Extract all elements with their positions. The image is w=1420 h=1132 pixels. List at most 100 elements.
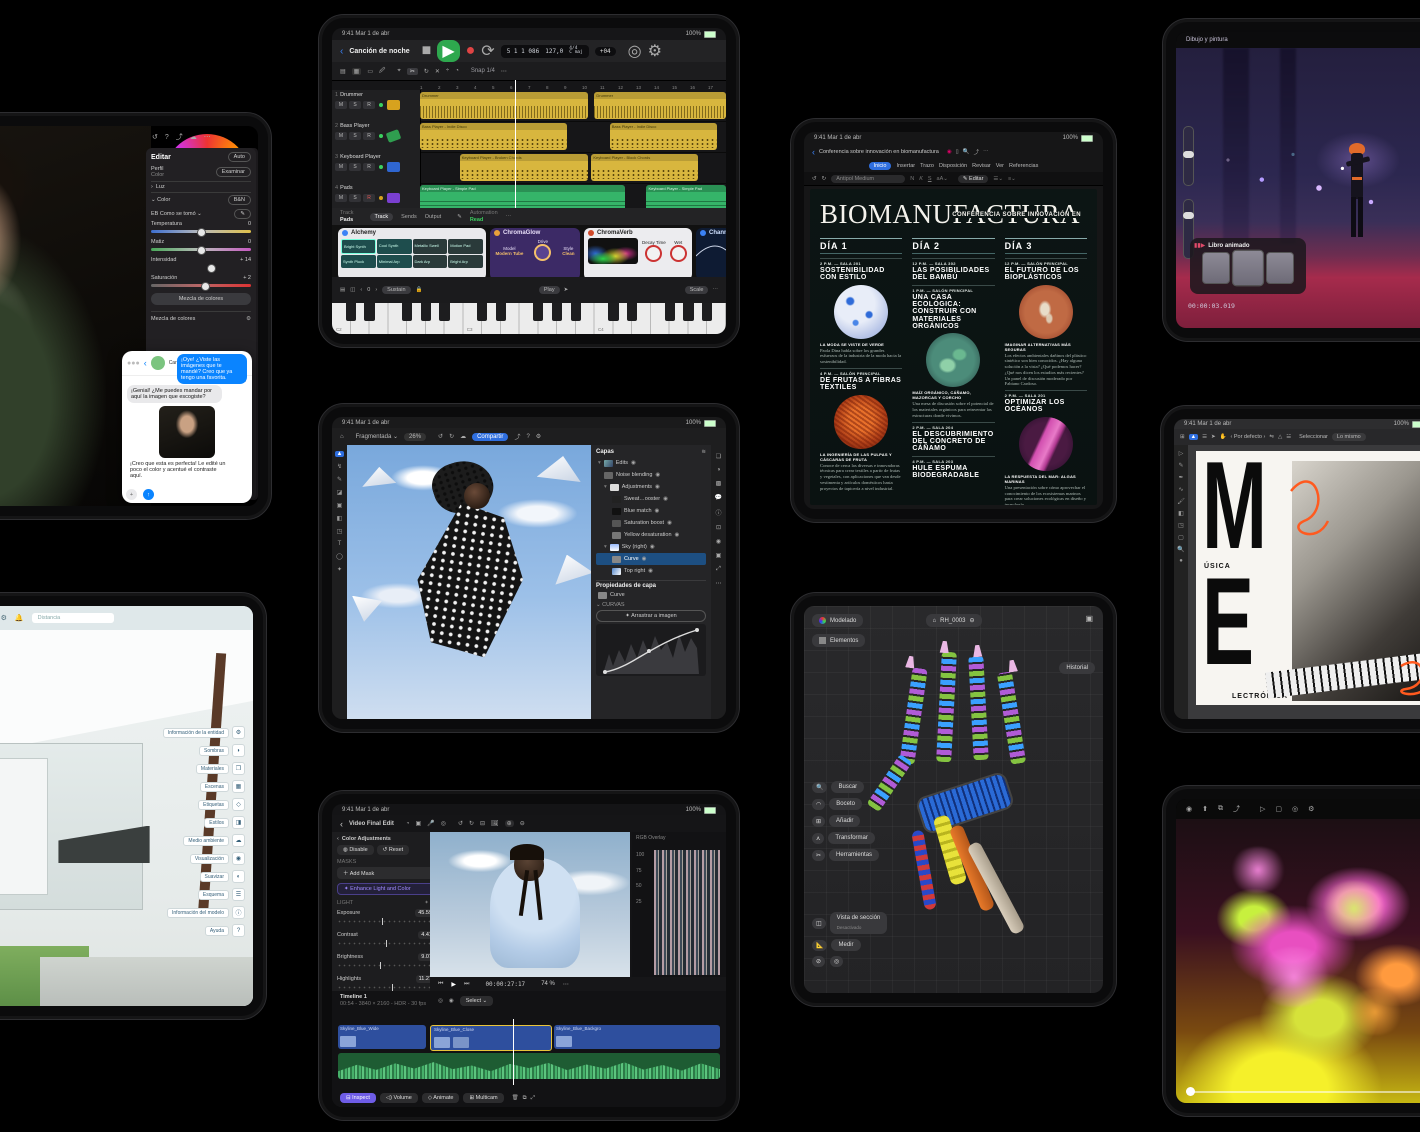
- add-mask-button[interactable]: ＋ Add Mask: [337, 867, 435, 879]
- preset-cell[interactable]: Bright Synth: [341, 239, 376, 254]
- more-icon[interactable]: ⋯: [563, 981, 569, 988]
- wet-knob[interactable]: [669, 244, 687, 262]
- eye-icon[interactable]: ◉: [655, 472, 660, 478]
- eyedropper-icon[interactable]: ✎: [234, 209, 251, 219]
- split-view-icon[interactable]: ⊟: [480, 820, 485, 827]
- list-button[interactable]: ≡⌄: [1008, 176, 1016, 182]
- zoom-level[interactable]: 26%: [404, 432, 427, 441]
- black-key[interactable]: [476, 303, 488, 321]
- eyedropper-tool-icon[interactable]: ✦: [337, 566, 342, 573]
- snap-icon[interactable]: ◎: [438, 998, 443, 1004]
- eye-icon[interactable]: ◉: [667, 520, 672, 526]
- pencil-tool-icon[interactable]: ∿: [1178, 486, 1183, 493]
- flip-icon[interactable]: ⇋: [1269, 434, 1274, 440]
- more-icon[interactable]: ⋯: [716, 580, 722, 587]
- brush-tool-icon[interactable]: 🖌: [1177, 498, 1185, 505]
- audio-track[interactable]: [338, 1053, 720, 1079]
- flipbook-frame[interactable]: [1202, 252, 1230, 284]
- slider-contrast[interactable]: Contrast 4.41: [337, 931, 435, 947]
- affinity-canvas[interactable]: M ÚSICA E LECTRÓNICA: [1188, 445, 1420, 719]
- pen-tool-icon[interactable]: ✒: [1178, 474, 1183, 481]
- cursor-icon[interactable]: ➤: [1211, 434, 1216, 440]
- trim-tool-icon[interactable]: ✂: [406, 67, 418, 75]
- transpose-display[interactable]: +04: [594, 46, 616, 56]
- track-header[interactable]: 2 Bass Player M S R: [332, 121, 421, 152]
- move-tool-icon[interactable]: ▲: [334, 451, 345, 457]
- record-enable-button[interactable]: R: [363, 194, 375, 202]
- keyboard-mode-icon[interactable]: ▤: [340, 287, 345, 293]
- timeline-playhead[interactable]: [513, 1019, 515, 1085]
- loop-icon[interactable]: ↻: [424, 68, 429, 75]
- plugin-channel-eq[interactable]: Channel EQ: [696, 228, 726, 280]
- display-icon[interactable]: ◉: [232, 852, 245, 865]
- isolate-icon[interactable]: ⊘: [812, 956, 826, 967]
- device-icon[interactable]: ▯: [956, 149, 959, 155]
- redo-icon[interactable]: ↻: [449, 433, 454, 440]
- wb-value[interactable]: Como se tomó: [160, 211, 196, 217]
- play-icon[interactable]: ▷: [1260, 805, 1265, 813]
- shape-tool-icon[interactable]: ◯: [336, 553, 343, 560]
- entity-info-button[interactable]: Información de la entidad: [162, 727, 229, 738]
- solo-button[interactable]: S: [349, 163, 361, 171]
- black-key[interactable]: [401, 303, 413, 321]
- scale-button[interactable]: Scale: [684, 286, 709, 294]
- preset-cell[interactable]: Synth Pluck: [341, 255, 376, 268]
- elements-button[interactable]: Elementos: [812, 634, 866, 647]
- volume-button[interactable]: ◁) Volume: [379, 1093, 418, 1103]
- next-frame-icon[interactable]: ⏭: [464, 981, 469, 988]
- doc-name-dropdown[interactable]: Fragmentada ⌄: [356, 433, 398, 440]
- document-name-pill[interactable]: ⌂ RH_0003 ⊖: [925, 614, 982, 627]
- metronome-icon[interactable]: ◔: [455, 68, 459, 74]
- layer-row[interactable]: Top right ◉: [596, 565, 706, 577]
- project-title[interactable]: Video Final Edit: [349, 821, 394, 827]
- tools-icon[interactable]: 🖉: [379, 66, 385, 76]
- share-icon[interactable]: ⤴: [176, 132, 183, 142]
- lock-icon[interactable]: 🔒: [416, 287, 423, 293]
- overlay-icon[interactable]: ⧉: [523, 1095, 527, 1102]
- color-mix-button[interactable]: Mezcla de colores: [151, 293, 251, 305]
- midi-region[interactable]: Bass Player - Indie Disco: [420, 123, 567, 150]
- timeline-clip[interactable]: Skyline_Blue_Wide: [338, 1025, 426, 1049]
- eye-icon[interactable]: ◉: [631, 460, 636, 466]
- hand-icon[interactable]: ✋: [1220, 434, 1227, 440]
- share-button[interactable]: Compartir: [472, 432, 509, 441]
- flipbook-frame-current[interactable]: [1231, 249, 1265, 287]
- tools-button[interactable]: Herramientas: [829, 849, 880, 861]
- outliner-icon[interactable]: ☰: [232, 888, 245, 901]
- info-icon[interactable]: ⓘ: [715, 508, 721, 517]
- black-key[interactable]: [364, 303, 375, 321]
- preset-dropdown[interactable]: ‹ Por defecto ›: [1230, 434, 1265, 440]
- add-button[interactable]: Añadir: [829, 815, 861, 827]
- undo-icon[interactable]: ↺: [458, 820, 463, 827]
- temperature-slider[interactable]: [151, 227, 251, 237]
- font-field[interactable]: Antipol Medium: [831, 174, 906, 183]
- black-key[interactable]: [495, 303, 506, 321]
- undo-icon[interactable]: ↺: [812, 176, 817, 182]
- black-key[interactable]: [345, 303, 356, 321]
- disable-button[interactable]: ◍ Disable: [337, 845, 374, 855]
- fullscreen-icon[interactable]: ⤢: [531, 1095, 535, 1102]
- window-controls[interactable]: ●●●: [127, 360, 140, 367]
- layers-icon[interactable]: ⧉: [1218, 805, 1223, 813]
- black-key[interactable]: [420, 303, 431, 321]
- underline-button[interactable]: S: [928, 176, 932, 182]
- playhead[interactable]: [514, 80, 516, 208]
- environment-button[interactable]: Medio ambiente: [183, 835, 229, 846]
- browse-button[interactable]: Examinar: [215, 167, 251, 177]
- play-icon[interactable]: ▶: [451, 981, 456, 988]
- warp-icon[interactable]: △: [1278, 434, 1282, 440]
- record-enable-button[interactable]: R: [363, 132, 375, 140]
- octave-up-icon[interactable]: ›: [375, 287, 377, 293]
- preset-cell[interactable]: Dark Arp: [412, 255, 448, 268]
- midi-region[interactable]: Keyboard Player - Block Chords: [591, 154, 699, 181]
- eraser-tool-icon[interactable]: ◪: [337, 489, 343, 496]
- add-icon[interactable]: ⊞: [812, 815, 826, 827]
- materials-icon[interactable]: ❒: [232, 762, 245, 775]
- tools-icon[interactable]: ✂: [812, 849, 826, 861]
- preset-cell[interactable]: Motion Pad: [448, 239, 483, 254]
- brush-size-slider[interactable]: [1183, 126, 1194, 187]
- record-icon[interactable]: ●: [466, 42, 476, 60]
- redo-icon[interactable]: ↻: [469, 820, 474, 827]
- slider-highlights[interactable]: Highlights 11.27: [337, 975, 435, 991]
- help-icon[interactable]: ?: [165, 134, 169, 141]
